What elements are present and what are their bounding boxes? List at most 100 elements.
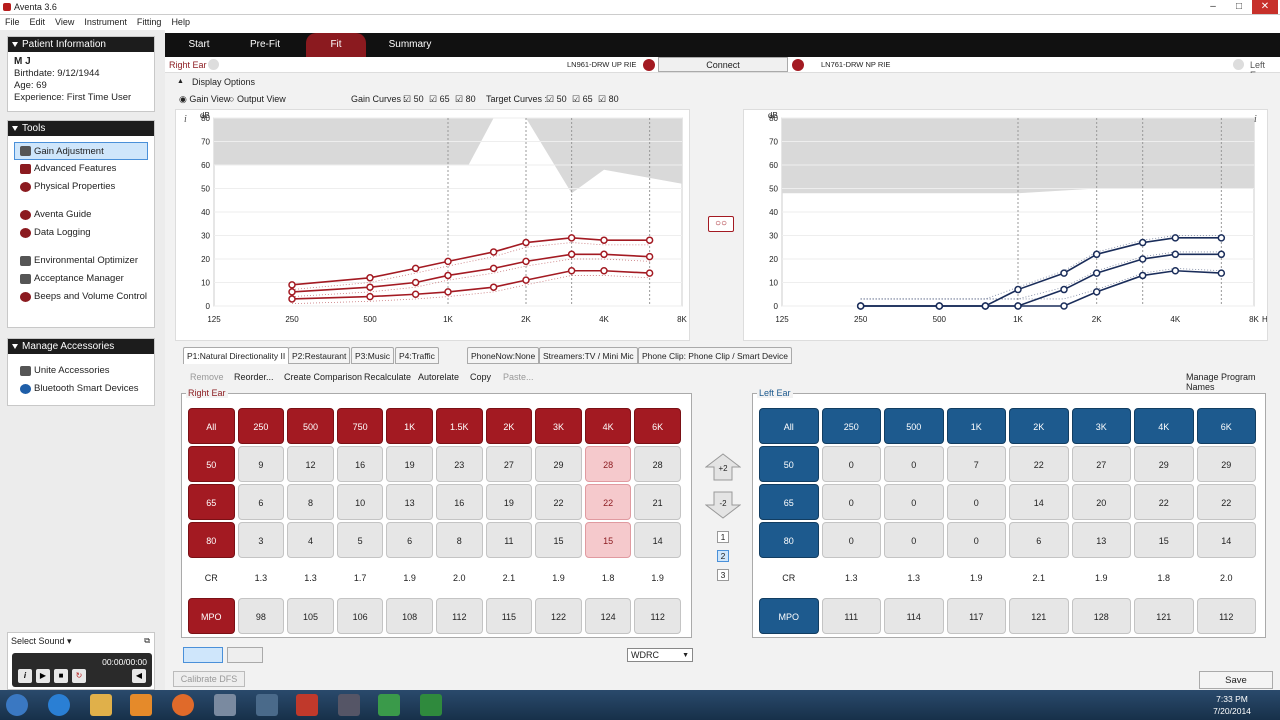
gain-point[interactable] <box>1014 285 1022 294</box>
app-icon-4[interactable] <box>296 694 318 716</box>
program-tab-streamers[interactable]: Streamers:TV / Mini Mic <box>539 347 638 364</box>
left-freq-6K-button[interactable]: 6K <box>1196 408 1256 444</box>
display-options-title[interactable]: Display Options <box>192 77 255 87</box>
right-gain-cell[interactable]: 9 <box>237 446 285 482</box>
right-mpo-cell[interactable]: 112 <box>634 598 681 634</box>
left-freq-1K-button[interactable]: 1K <box>946 408 1006 444</box>
gain-point[interactable] <box>645 236 654 244</box>
start-button-icon[interactable] <box>6 694 28 716</box>
right-gain-cell[interactable]: 11 <box>485 522 533 558</box>
bilateral-link-button[interactable]: ○○ <box>708 216 734 232</box>
tool-environmental-optimizer[interactable]: Environmental Optimizer <box>8 252 154 270</box>
right-gain-cell[interactable]: 22 <box>584 484 632 520</box>
detach-icon[interactable]: ⧉ <box>144 636 150 646</box>
target-curve-80-checkbox[interactable]: ☑ 80 <box>598 94 619 105</box>
left-freq-2K-button[interactable]: 2K <box>1009 408 1069 444</box>
page-1-button[interactable]: 1 <box>717 531 729 543</box>
right-gain-cell[interactable]: 8 <box>436 522 483 558</box>
gain-point[interactable] <box>600 236 608 244</box>
patient-info-header[interactable]: Patient Information <box>8 37 154 52</box>
copy-button[interactable]: Copy <box>470 372 491 382</box>
right-freq-750-button[interactable]: 750 <box>336 408 384 444</box>
remove-button[interactable]: Remove <box>190 372 224 382</box>
left-all-button[interactable]: All <box>759 408 819 444</box>
info-icon[interactable]: i <box>18 669 32 683</box>
collapse-icon[interactable]: ▲ <box>177 78 184 85</box>
gain-point[interactable] <box>1217 234 1226 242</box>
tool-aventa-guide[interactable]: Aventa Guide <box>8 206 154 224</box>
tool-physical-properties[interactable]: Physical Properties <box>8 178 154 196</box>
gain-point[interactable] <box>645 269 654 277</box>
gain-point[interactable] <box>567 250 576 259</box>
reorder-button[interactable]: Reorder... <box>234 372 274 382</box>
left-gain-cell[interactable]: 0 <box>946 484 1006 520</box>
info-marker-icon[interactable]: i <box>1254 114 1257 125</box>
gain-curve-50-checkbox[interactable]: ☑ 50 <box>403 94 424 105</box>
gain-point[interactable] <box>567 267 576 275</box>
right-gain-cell[interactable]: 16 <box>436 484 483 520</box>
left-level-80-button[interactable]: 80 <box>759 522 819 558</box>
right-gain-cell[interactable]: 5 <box>336 522 384 558</box>
gain-point[interactable] <box>522 238 530 247</box>
right-gain-cell[interactable]: 15 <box>535 522 582 558</box>
stop-icon[interactable]: ■ <box>54 669 68 683</box>
left-gain-cell[interactable]: 29 <box>1134 446 1194 482</box>
program-tab-p4[interactable]: P4:Traffic <box>395 347 439 364</box>
maximize-button[interactable]: □ <box>1226 0 1252 14</box>
left-gain-cell[interactable]: 0 <box>884 522 944 558</box>
graph-view-button[interactable] <box>227 647 263 663</box>
gain-point[interactable] <box>288 295 296 303</box>
explorer-icon[interactable] <box>90 694 112 716</box>
info-marker-icon[interactable]: i <box>184 114 187 125</box>
minimize-button[interactable]: – <box>1200 0 1226 14</box>
firefox-icon[interactable] <box>172 694 194 716</box>
right-gain-cell[interactable]: 21 <box>634 484 681 520</box>
gain-point[interactable] <box>1138 255 1147 263</box>
app-icon-3[interactable] <box>256 694 278 716</box>
right-gain-cell[interactable]: 28 <box>584 446 632 482</box>
left-mpo-cell[interactable]: 121 <box>1134 598 1194 634</box>
left-gain-cell[interactable]: 27 <box>1071 446 1131 482</box>
create-comparison-button[interactable]: Create Comparison <box>284 372 362 382</box>
right-gain-cell[interactable]: 29 <box>535 446 582 482</box>
select-sound-dropdown[interactable]: Select Sound ▾ <box>11 636 72 647</box>
left-mpo-cell[interactable]: 114 <box>884 598 944 634</box>
right-gain-cell[interactable]: 23 <box>436 446 483 482</box>
right-gain-cell[interactable]: 12 <box>287 446 334 482</box>
gain-point[interactable] <box>856 302 865 310</box>
save-button[interactable]: Save <box>1199 671 1273 689</box>
program-tab-phonenow[interactable]: PhoneNow:None <box>467 347 540 364</box>
app-icon-2[interactable] <box>214 694 236 716</box>
right-mpo-cell[interactable]: 122 <box>535 598 582 634</box>
gain-point[interactable] <box>522 276 530 284</box>
gain-point[interactable] <box>288 288 296 296</box>
gain-point[interactable] <box>600 267 608 275</box>
page-2-button[interactable]: 2 <box>717 550 729 562</box>
left-gain-cell[interactable]: 0 <box>884 446 944 482</box>
gain-point[interactable] <box>1092 288 1101 296</box>
gain-point[interactable] <box>489 264 498 273</box>
menu-help[interactable]: Help <box>166 15 195 29</box>
gain-point[interactable] <box>1171 234 1180 242</box>
right-level-50-button[interactable]: 50 <box>188 446 235 482</box>
left-mpo-cell[interactable]: 111 <box>821 598 881 634</box>
left-freq-500-button[interactable]: 500 <box>884 408 944 444</box>
tools-header[interactable]: Tools <box>8 121 154 136</box>
repeat-icon[interactable]: ↻ <box>72 669 86 683</box>
paste-button[interactable]: Paste... <box>503 372 534 382</box>
left-gain-cell[interactable]: 0 <box>821 446 881 482</box>
program-tab-p1[interactable]: P1:Natural Directionality II <box>183 347 290 364</box>
gain-point[interactable] <box>1060 285 1068 294</box>
gain-point[interactable] <box>600 250 608 259</box>
right-gain-cell[interactable]: 28 <box>634 446 681 482</box>
gain-point[interactable] <box>1217 250 1226 259</box>
tab-start[interactable]: Start <box>173 33 225 57</box>
play-icon[interactable]: ▶ <box>36 669 50 683</box>
left-freq-4K-button[interactable]: 4K <box>1134 408 1194 444</box>
left-gain-cell[interactable]: 13 <box>1071 522 1131 558</box>
target-curve-65-checkbox[interactable]: ☑ 65 <box>572 94 593 105</box>
gain-point[interactable] <box>1014 302 1022 310</box>
tab-pre-fit[interactable]: Pre-Fit <box>239 33 291 57</box>
gain-point[interactable] <box>444 257 452 266</box>
right-gain-cell[interactable]: 13 <box>386 484 433 520</box>
